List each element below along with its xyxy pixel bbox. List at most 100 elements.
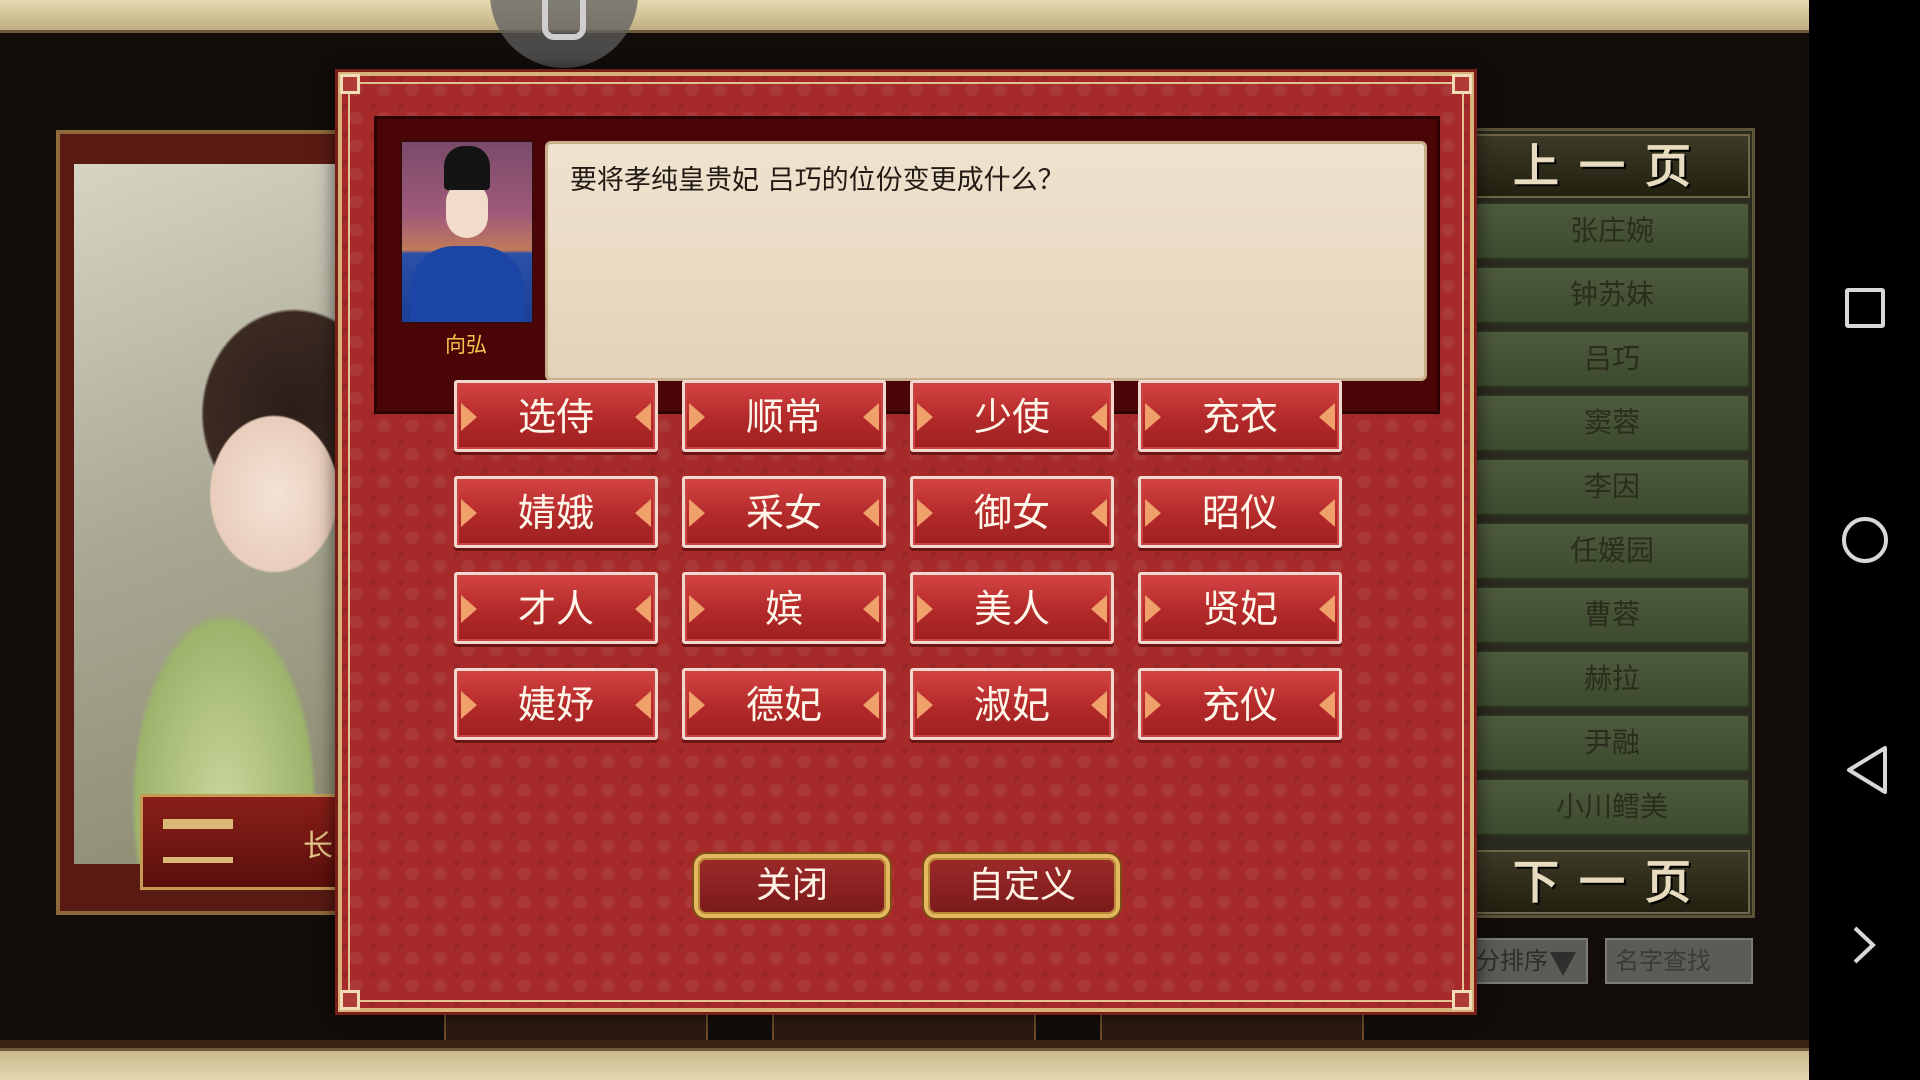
rank-button[interactable]: 昭仪 xyxy=(1138,476,1342,548)
back-icon[interactable] xyxy=(1845,745,1889,795)
bottom-tab[interactable] xyxy=(772,1012,1036,1042)
chevron-right-icon xyxy=(461,403,477,431)
chevron-left-icon xyxy=(1319,595,1335,623)
list-item[interactable]: 李因 xyxy=(1474,458,1750,516)
rank-label: 充衣 xyxy=(1201,395,1278,439)
chevron-right-icon xyxy=(917,403,933,431)
rank-button[interactable]: 选侍 xyxy=(454,380,658,452)
rank-button[interactable]: 少使 xyxy=(910,380,1114,452)
top-banner xyxy=(0,0,1809,33)
chevron-left-icon xyxy=(863,403,879,431)
portrait-nameplate: 长 xyxy=(140,794,356,890)
chevron-right-icon xyxy=(1145,595,1161,623)
android-nav-bar xyxy=(1809,0,1920,1080)
rank-button[interactable]: 充衣 xyxy=(1138,380,1342,452)
rank-button[interactable]: 美人 xyxy=(910,572,1114,644)
chevron-left-icon xyxy=(1091,595,1107,623)
chevron-right-icon xyxy=(917,595,933,623)
rank-button[interactable]: 嫔 xyxy=(682,572,886,644)
chevron-right-icon xyxy=(1145,691,1161,719)
rank-label: 顺常 xyxy=(745,395,822,439)
list-item[interactable]: 小川鳕美 xyxy=(1474,778,1750,836)
chevron-left-icon xyxy=(863,691,879,719)
chevron-right-icon xyxy=(689,403,705,431)
corner-ornament xyxy=(1452,74,1472,94)
rank-label: 少使 xyxy=(973,395,1050,439)
chevron-left-icon xyxy=(1319,691,1335,719)
rank-label: 才人 xyxy=(517,587,594,631)
corner-ornament xyxy=(340,74,360,94)
rank-button[interactable]: 充仪 xyxy=(1138,668,1342,740)
nameplate-text: 长 xyxy=(303,829,333,864)
chevron-left-icon xyxy=(863,595,879,623)
next-page-button[interactable]: 下一页 xyxy=(1474,850,1750,914)
chevron-left-icon xyxy=(635,499,651,527)
sort-label: 分排序 xyxy=(1476,947,1548,975)
close-button[interactable]: 关闭 xyxy=(694,854,890,918)
rank-label: 德妃 xyxy=(745,683,822,727)
list-item[interactable]: 任媛园 xyxy=(1474,522,1750,580)
corner-ornament xyxy=(1452,990,1472,1010)
chevron-left-icon xyxy=(1091,499,1107,527)
custom-button[interactable]: 自定义 xyxy=(924,854,1120,918)
list-item[interactable]: 钟苏妹 xyxy=(1474,266,1750,324)
rank-label: 采女 xyxy=(745,491,822,535)
chevron-right-icon[interactable] xyxy=(1851,924,1877,966)
chevron-right-icon xyxy=(461,499,477,527)
chevron-left-icon xyxy=(1091,691,1107,719)
rank-label: 选侍 xyxy=(517,395,594,439)
name-search-input[interactable]: 名字查找 xyxy=(1605,938,1753,984)
chevron-right-icon xyxy=(461,691,477,719)
bottom-tab[interactable] xyxy=(1100,1012,1364,1042)
rank-button[interactable]: 采女 xyxy=(682,476,886,548)
list-item[interactable]: 张庄婉 xyxy=(1474,202,1750,260)
message-panel: 向弘 要将孝纯皇贵妃 吕巧的位份变更成什么？ xyxy=(374,116,1440,414)
rank-label: 贤妃 xyxy=(1201,587,1278,631)
chevron-left-icon xyxy=(1091,403,1107,431)
rank-change-dialog: 向弘 要将孝纯皇贵妃 吕巧的位份变更成什么？ 选侍 顺常 少使 充衣婧娥 采女 御女 昭仪才… xyxy=(338,72,1474,1012)
list-item[interactable]: 窦蓉 xyxy=(1474,394,1750,452)
chevron-right-icon xyxy=(917,691,933,719)
chevron-left-icon xyxy=(635,595,651,623)
rank-button[interactable]: 淑妃 xyxy=(910,668,1114,740)
recent-apps-icon[interactable] xyxy=(1845,288,1885,328)
chevron-left-icon xyxy=(863,499,879,527)
rank-button[interactable]: 婕妤 xyxy=(454,668,658,740)
rank-button[interactable]: 婧娥 xyxy=(454,476,658,548)
list-item[interactable]: 吕巧 xyxy=(1474,330,1750,388)
floating-assistant-button[interactable] xyxy=(490,0,638,68)
chevron-right-icon xyxy=(1145,499,1161,527)
rank-label: 婕妤 xyxy=(517,683,594,727)
sort-dropdown[interactable]: 分排序 xyxy=(1466,938,1588,984)
list-item[interactable]: 赫拉 xyxy=(1474,650,1750,708)
list-item[interactable]: 曹蓉 xyxy=(1474,586,1750,644)
rank-label: 昭仪 xyxy=(1201,491,1278,535)
rank-button[interactable]: 御女 xyxy=(910,476,1114,548)
rank-button[interactable]: 贤妃 xyxy=(1138,572,1342,644)
rank-button[interactable]: 顺常 xyxy=(682,380,886,452)
chevron-left-icon xyxy=(635,403,651,431)
consort-portrait-image xyxy=(74,164,336,864)
chevron-left-icon xyxy=(1319,403,1335,431)
bottom-banner xyxy=(0,1048,1809,1080)
chevron-right-icon xyxy=(689,691,705,719)
prev-page-button[interactable]: 上一页 xyxy=(1474,134,1750,198)
speaker-avatar xyxy=(401,141,533,323)
corner-ornament xyxy=(340,990,360,1010)
speaker-name: 向弘 xyxy=(445,333,487,357)
game-screen: 长 上一页 张庄婉 钟苏妹 吕巧 窦蓉 李因 任媛园 曹蓉 赫拉 尹融 小川鳕美… xyxy=(0,0,1809,1080)
chevron-right-icon xyxy=(461,595,477,623)
rank-label: 充仪 xyxy=(1201,683,1278,727)
rank-label: 淑妃 xyxy=(973,683,1050,727)
bottom-border xyxy=(0,1040,1809,1048)
home-icon[interactable] xyxy=(1842,517,1888,563)
chevron-left-icon xyxy=(635,691,651,719)
rank-label: 婧娥 xyxy=(517,491,594,535)
list-item[interactable]: 尹融 xyxy=(1474,714,1750,772)
rank-button[interactable]: 才人 xyxy=(454,572,658,644)
rank-label: 御女 xyxy=(973,491,1050,535)
bottom-tab[interactable] xyxy=(444,1012,708,1042)
message-box: 要将孝纯皇贵妃 吕巧的位份变更成什么？ xyxy=(545,141,1427,381)
message-text: 要将孝纯皇贵妃 吕巧的位份变更成什么？ xyxy=(570,165,1065,196)
rank-button[interactable]: 德妃 xyxy=(682,668,886,740)
